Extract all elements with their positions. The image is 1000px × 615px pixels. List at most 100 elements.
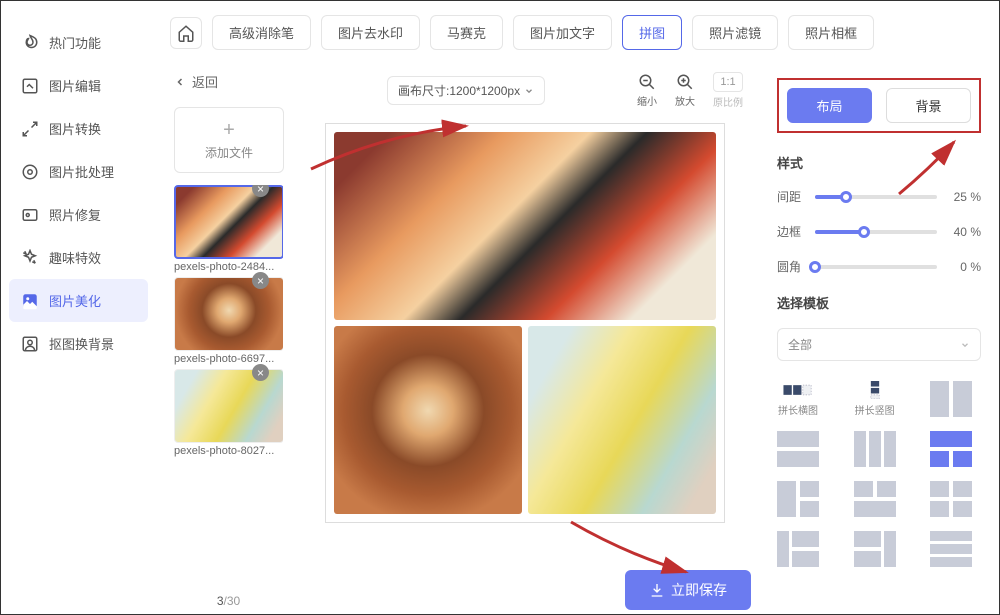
template-horizontal-strip[interactable]: 拼长横图 — [777, 381, 819, 417]
tab-advanced-erase[interactable]: 高级消除笔 — [212, 15, 311, 50]
thumbnail-image — [174, 369, 283, 443]
file-count: 3/30 — [174, 588, 283, 614]
flame-icon — [21, 34, 39, 52]
sidebar-item-label: 照片修复 — [49, 205, 101, 224]
template-2col[interactable] — [930, 381, 972, 417]
zoom-out-icon — [638, 73, 656, 91]
delete-thumbnail-button[interactable]: × — [252, 364, 269, 381]
delete-thumbnail-button[interactable]: × — [252, 272, 269, 289]
sidebar-item-effects[interactable]: 趣味特效 — [1, 236, 156, 279]
slider-value: 0 % — [945, 260, 981, 274]
sidebar-item-label: 图片转换 — [49, 119, 101, 138]
sidebar-item-label: 图片编辑 — [49, 76, 101, 95]
canvas-size-select[interactable]: 画布尺寸:1200*1200px — [387, 76, 545, 105]
sidebar-item-repair[interactable]: 照片修复 — [1, 193, 156, 236]
sidebar-item-edit[interactable]: 图片编辑 — [1, 64, 156, 107]
template-2row[interactable] — [777, 431, 819, 467]
sidebar-item-label: 趣味特效 — [49, 248, 101, 267]
add-file-label: 添加文件 — [205, 144, 253, 161]
ratio-label: 原比例 — [713, 94, 743, 109]
slider-label: 间距 — [777, 188, 807, 205]
thumbnail-name: pexels-photo-2484... — [174, 261, 283, 273]
sidebar-item-label: 抠图换背景 — [49, 334, 114, 353]
sidebar-item-batch[interactable]: 图片批处理 — [1, 150, 156, 193]
template-vertical-strip[interactable]: 拼长竖图 — [854, 381, 896, 417]
beautify-icon — [21, 292, 39, 310]
radius-slider[interactable] — [815, 265, 937, 269]
collage-cell[interactable] — [334, 326, 522, 514]
sidebar-item-hot[interactable]: 热门功能 — [1, 21, 156, 64]
sidebar-item-beautify[interactable]: 图片美化 — [9, 279, 148, 322]
tab-collage[interactable]: 拼图 — [622, 15, 682, 50]
sidebar-item-convert[interactable]: 图片转换 — [1, 107, 156, 150]
cutout-icon — [21, 335, 39, 353]
home-button[interactable] — [170, 17, 202, 49]
layout-tab[interactable]: 布局 — [787, 88, 872, 123]
style-heading: 样式 — [777, 153, 981, 172]
collage-cell[interactable] — [528, 326, 716, 514]
thumbnail-name: pexels-photo-8027... — [174, 445, 283, 457]
radius-slider-row: 圆角 0 % — [777, 258, 981, 275]
thumbnail-name: pexels-photo-6697... — [174, 353, 283, 365]
sidebar-item-cutout[interactable]: 抠图换背景 — [1, 322, 156, 365]
ratio-button[interactable]: 1:1 — [713, 72, 742, 92]
tab-mosaic[interactable]: 马赛克 — [430, 15, 503, 50]
template-2top-bot[interactable] — [854, 481, 896, 517]
background-tab[interactable]: 背景 — [886, 88, 971, 123]
file-list-panel: 返回 + 添加文件 × pexels-photo-2484... × pe — [156, 64, 291, 614]
chevron-left-icon — [174, 76, 186, 88]
tab-watermark[interactable]: 图片去水印 — [321, 15, 420, 50]
tab-frame[interactable]: 照片相框 — [788, 15, 874, 50]
thumbnail-item[interactable]: × pexels-photo-8027... — [174, 369, 283, 457]
spacing-slider-row: 间距 25 % — [777, 188, 981, 205]
thumbnail-image — [174, 277, 283, 351]
convert-icon — [21, 120, 39, 138]
template-grid: 拼长横图 拼长竖图 — [777, 381, 981, 567]
template-mixed-2[interactable] — [854, 531, 896, 567]
slider-value: 40 % — [945, 225, 981, 239]
thumbnail-item[interactable]: × pexels-photo-2484... — [174, 185, 283, 273]
template-top-2bot[interactable] — [930, 431, 972, 467]
template-2x2[interactable] — [930, 481, 972, 517]
sidebar-item-label: 图片美化 — [49, 291, 101, 310]
right-panel: 布局 背景 样式 间距 25 % 边框 40 % 圆角 — [759, 64, 999, 614]
top-toolbar: 高级消除笔 图片去水印 马赛克 图片加文字 拼图 照片滤镜 照片相框 — [156, 1, 999, 64]
thumbnail-item[interactable]: × pexels-photo-6697... — [174, 277, 283, 365]
template-3row[interactable] — [930, 531, 972, 567]
collage-cell[interactable] — [334, 132, 716, 320]
border-slider-row: 边框 40 % — [777, 223, 981, 240]
canvas-size-label: 画布尺寸:1200*1200px — [398, 82, 520, 99]
tab-filter[interactable]: 照片滤镜 — [692, 15, 778, 50]
template-3col[interactable] — [854, 431, 896, 467]
template-filter-select[interactable]: 全部 — [777, 328, 981, 361]
back-label: 返回 — [192, 72, 218, 91]
zoom-out-button[interactable]: 缩小 — [637, 73, 657, 108]
zoom-in-button[interactable]: 放大 — [675, 73, 695, 108]
border-slider[interactable] — [815, 230, 937, 234]
canvas-toolbar: 画布尺寸:1200*1200px 缩小 放大 1:1 原比例 — [301, 64, 749, 123]
sidebar-item-label: 图片批处理 — [49, 162, 114, 181]
add-file-button[interactable]: + 添加文件 — [174, 107, 284, 173]
collage-canvas[interactable] — [325, 123, 725, 523]
thumbnail-image — [174, 185, 283, 259]
zoom-in-icon — [676, 73, 694, 91]
effects-icon — [21, 249, 39, 267]
canvas-area: 画布尺寸:1200*1200px 缩小 放大 1:1 原比例 — [291, 64, 759, 614]
tab-text[interactable]: 图片加文字 — [513, 15, 612, 50]
home-icon — [177, 24, 195, 42]
slider-label: 边框 — [777, 223, 807, 240]
chevron-down-icon — [960, 340, 970, 350]
batch-icon — [21, 163, 39, 181]
slider-label: 圆角 — [777, 258, 807, 275]
sidebar-item-label: 热门功能 — [49, 33, 101, 52]
image-edit-icon — [21, 77, 39, 95]
template-mixed-1[interactable] — [777, 531, 819, 567]
repair-icon — [21, 206, 39, 224]
sidebar: 热门功能 图片编辑 图片转换 图片批处理 照片修复 趣味特效 图片美化 抠图换 — [1, 1, 156, 614]
template-left-2right[interactable] — [777, 481, 819, 517]
main-area: 高级消除笔 图片去水印 马赛克 图片加文字 拼图 照片滤镜 照片相框 返回 + … — [156, 1, 999, 614]
slider-value: 25 % — [945, 190, 981, 204]
spacing-slider[interactable] — [815, 195, 937, 199]
back-button[interactable]: 返回 — [174, 64, 283, 99]
save-button[interactable]: 立即保存 — [625, 570, 751, 610]
